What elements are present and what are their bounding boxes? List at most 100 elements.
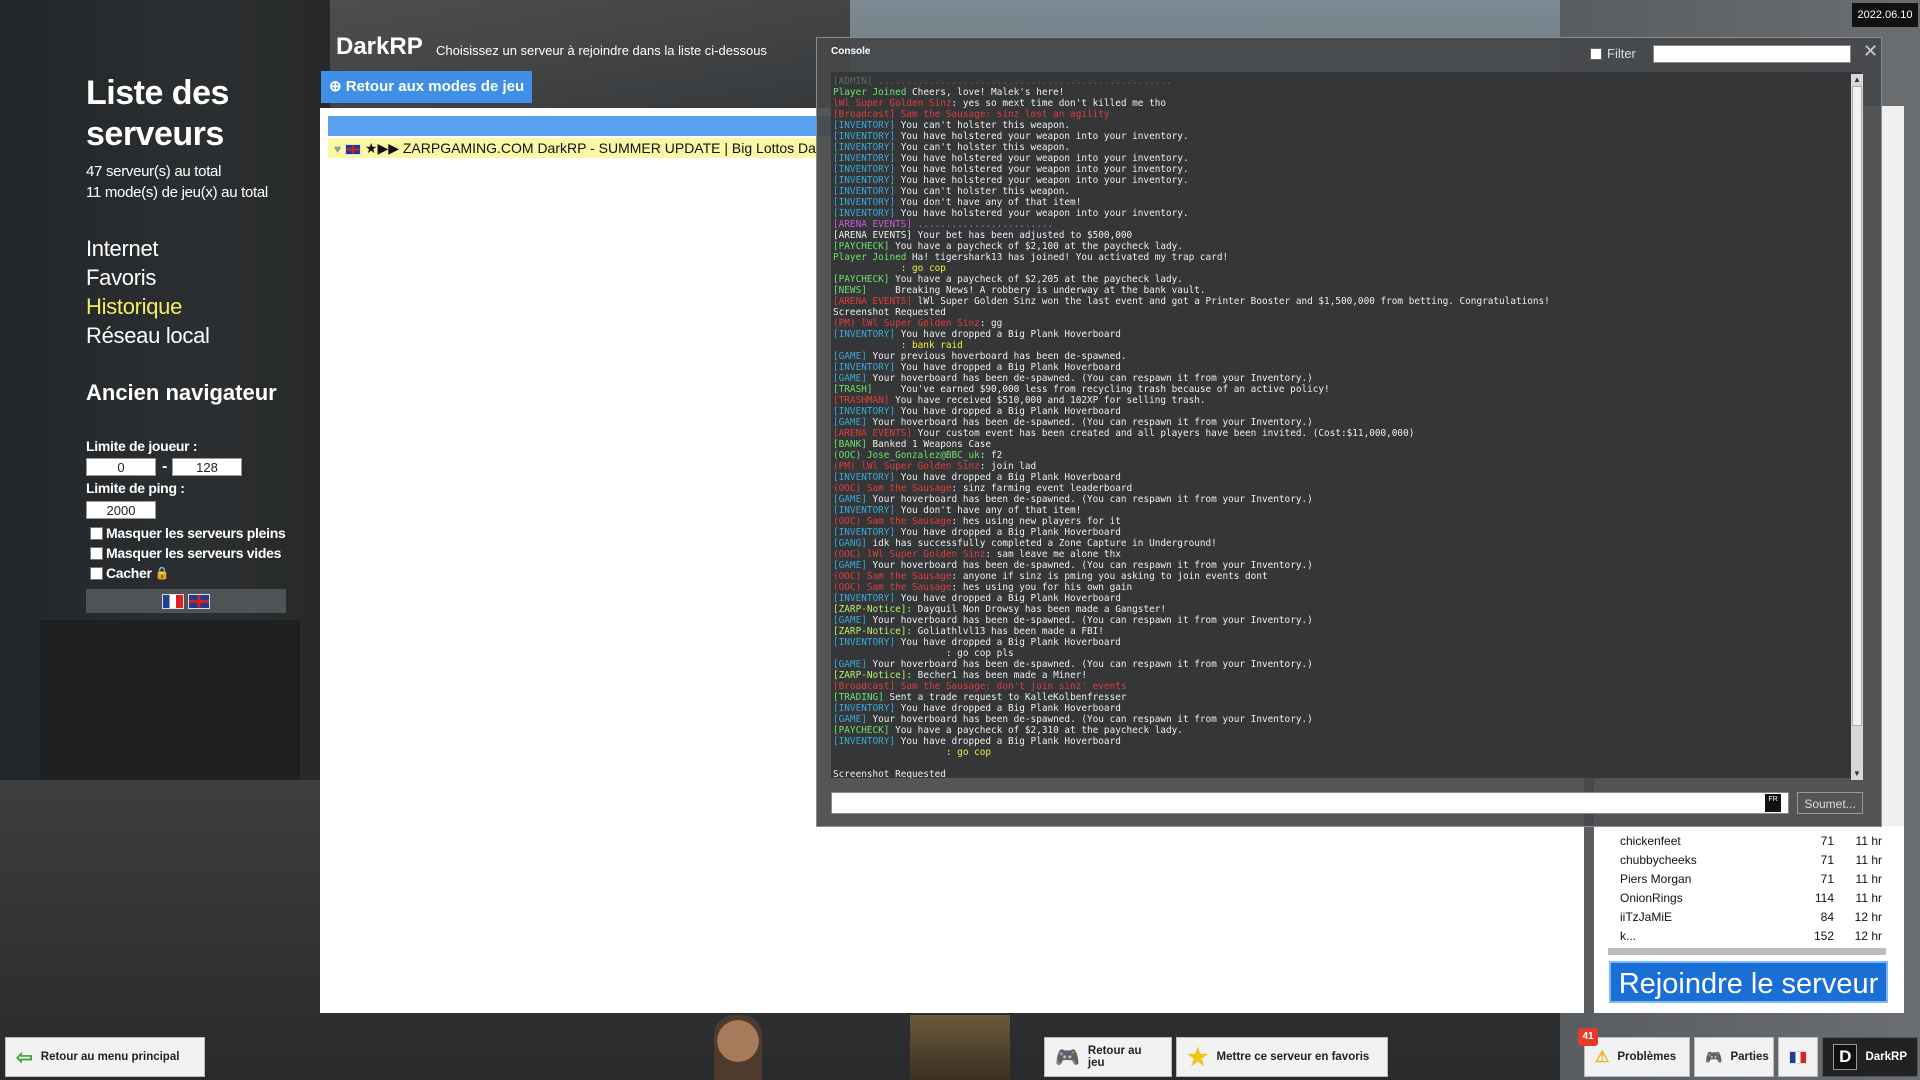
- hide-full-checkbox[interactable]: [90, 526, 103, 540]
- player-name: OnionRings: [1620, 891, 1683, 905]
- scroll-down-icon[interactable]: ▼: [1851, 768, 1863, 780]
- back-to-modes-button[interactable]: ⊕ Retour aux modes de jeu: [321, 71, 532, 103]
- filter-input[interactable]: [1653, 45, 1851, 63]
- console-line: Screenshot Requested: [833, 769, 946, 778]
- console-line: Screenshot Requested: [833, 307, 946, 318]
- console-line: [INVENTORY] You don't have any of that i…: [833, 197, 1082, 208]
- hide-option[interactable]: Cacher 🔒: [90, 565, 170, 581]
- nav-internet[interactable]: Internet: [86, 236, 159, 262]
- back-to-modes-label: Retour aux modes de jeu: [345, 78, 525, 95]
- player-row: k... 152 12 hr: [1620, 927, 1882, 946]
- player-name: chickenfeet: [1620, 834, 1681, 848]
- hide-empty-checkbox[interactable]: [90, 546, 103, 560]
- console-line: [INVENTORY] You have dropped a Big Plank…: [833, 329, 1121, 340]
- console-line: (PM) lWl Super Golden Sinz: gg: [833, 318, 1003, 329]
- console-window: Console Filter ✕ [ADMIN] ...............…: [816, 37, 1882, 827]
- console-line: Player Joined Ha! tigershark13 has joine…: [833, 252, 1229, 263]
- uk-flag-icon: [345, 143, 362, 155]
- ping-limit-input[interactable]: 2000: [86, 501, 156, 519]
- back-arrow-icon: ⇦: [16, 1046, 33, 1069]
- gamepad-icon: 🎮: [1055, 1046, 1080, 1069]
- player-time: 11 hr: [1855, 834, 1882, 848]
- lock-icon: 🔒: [154, 566, 170, 580]
- darkrp-logo-icon: D: [1833, 1044, 1858, 1070]
- player-list-scrollbar[interactable]: [1608, 948, 1886, 955]
- hide-checkbox[interactable]: [90, 566, 103, 580]
- nav-lan[interactable]: Réseau local: [86, 323, 210, 349]
- language-bar: [86, 589, 286, 613]
- console-line: [INVENTORY] You have dropped a Big Plank…: [833, 406, 1121, 417]
- console-line: [Broadcast] Sam the Sausage: don't join …: [833, 681, 1127, 692]
- current-game-button[interactable]: D DarkRP: [1822, 1037, 1918, 1077]
- console-line: [Broadcast] Sam the Sausage: sinz lost a…: [833, 109, 1110, 120]
- player-row: chickenfeet 71 11 hr: [1620, 832, 1882, 851]
- nav-favorites[interactable]: Favoris: [86, 265, 156, 291]
- console-line: [ARENA EVENTS] Your custom event has bee…: [833, 428, 1415, 439]
- games-button[interactable]: 🎮 Parties: [1694, 1037, 1774, 1077]
- filter-checkbox[interactable]: [1590, 48, 1602, 60]
- scroll-thumb[interactable]: [1852, 86, 1862, 726]
- server-list-title: Liste des serveurs: [86, 74, 229, 153]
- console-line: [PAYCHECK] You have a paycheck of $2,100…: [833, 241, 1183, 252]
- french-flag-icon[interactable]: [162, 593, 184, 609]
- console-line: [BANK] Banked 1 Weapons Case: [833, 439, 992, 450]
- console-line: : go cop pls: [833, 648, 1014, 659]
- console-line: [INVENTORY] You have dropped a Big Plank…: [833, 527, 1121, 538]
- range-dash: -: [162, 458, 168, 475]
- console-line: [ZARP-Notice]: Goliathlvl13 has been mad…: [833, 626, 1104, 637]
- hide-empty-option[interactable]: Masquer les serveurs vides: [90, 545, 281, 561]
- hide-full-option[interactable]: Masquer les serveurs pleins: [90, 525, 286, 541]
- back-arrow-icon: ⊕: [329, 78, 346, 95]
- problems-button[interactable]: ⚠ Problèmes: [1584, 1037, 1690, 1077]
- scroll-up-icon[interactable]: ▲: [1851, 74, 1863, 86]
- player-min-input[interactable]: 0: [86, 458, 156, 476]
- favorite-heart-icon[interactable]: ♥: [334, 142, 341, 156]
- console-line: [ARENA EVENTS] Your bet has been adjuste…: [833, 230, 1133, 241]
- close-icon[interactable]: ✕: [1863, 41, 1878, 62]
- console-scrollbar[interactable]: ▲ ▼: [1851, 74, 1863, 780]
- console-line: [INVENTORY] You have holstered your weap…: [833, 131, 1189, 142]
- input-language-indicator: FR: [1765, 794, 1781, 812]
- player-name: Piers Morgan: [1620, 872, 1692, 886]
- console-line: [INVENTORY] You have dropped a Big Plank…: [833, 637, 1121, 648]
- console-line: [GAME] Your hoverboard has been de-spawn…: [833, 560, 1313, 571]
- current-game-label: DarkRP: [1865, 1051, 1907, 1063]
- console-command-input[interactable]: [831, 792, 1789, 814]
- language-button[interactable]: [1778, 1037, 1818, 1077]
- player-list: chickenfeet 71 11 hr chubbycheeks 71 11 hr P…: [1620, 832, 1882, 946]
- back-main-menu-button[interactable]: ⇦ Retour au menu principal: [5, 1037, 205, 1077]
- console-line: [INVENTORY] You can't holster this weapo…: [833, 142, 1071, 153]
- console-line: [GANG] idk has successfully completed a …: [833, 538, 1217, 549]
- console-log[interactable]: [ADMIN] ................................…: [831, 72, 1861, 778]
- console-line: [GAME] Your hoverboard has been de-spawn…: [833, 494, 1313, 505]
- server-name: ★▶▶ ZARPGAMING.COM DarkRP - SUMMER UPDAT…: [364, 140, 816, 156]
- player-max-input[interactable]: 128: [172, 458, 242, 476]
- warning-icon: ⚠: [1595, 1049, 1610, 1066]
- player-score: 71: [1820, 834, 1834, 848]
- player-row: chubbycheeks 71 11 hr: [1620, 851, 1882, 870]
- filter-label: Filter: [1607, 46, 1636, 61]
- join-server-button[interactable]: Rejoindre le serveur: [1609, 961, 1888, 1003]
- console-line: [INVENTORY] You don't have any of that i…: [833, 505, 1082, 516]
- console-line: (OOC) Sam the Sausage: hes using you for…: [833, 582, 1133, 593]
- add-favorite-label: Mettre ce serveur en favoris: [1216, 1051, 1370, 1063]
- nav-history[interactable]: Historique: [86, 294, 182, 320]
- player-time: 11 hr: [1855, 872, 1882, 886]
- player-row: OnionRings 114 11 hr: [1620, 889, 1882, 908]
- player-time: 12 hr: [1854, 910, 1882, 924]
- add-favorite-button[interactable]: ★ Mettre ce serveur en favoris: [1176, 1037, 1388, 1077]
- console-line: Player Joined Cheers, love! Malek's here…: [833, 87, 1065, 98]
- legacy-browser-link[interactable]: Ancien navigateur: [86, 380, 277, 406]
- back-to-game-button[interactable]: 🎮 Retour au jeu: [1044, 1037, 1172, 1077]
- console-line: [INVENTORY] You can't holster this weapo…: [833, 186, 1071, 197]
- console-line: [ARENA EVENTS] ........................: [833, 219, 1054, 230]
- player-row: iiTzJaMiE 84 12 hr: [1620, 908, 1882, 927]
- date-badge: 2022.06.10: [1852, 3, 1918, 27]
- problems-label: Problèmes: [1617, 1051, 1677, 1063]
- console-line: [TRASHMAN] You have received $510,000 an…: [833, 395, 1206, 406]
- console-line: [INVENTORY] You have dropped a Big Plank…: [833, 703, 1121, 714]
- player-time: 11 hr: [1855, 853, 1882, 867]
- uk-flag-icon[interactable]: [188, 593, 210, 609]
- submit-button[interactable]: Soumet...: [1797, 792, 1863, 814]
- console-line: [GAME] Your previous hoverboard has been…: [833, 351, 1127, 362]
